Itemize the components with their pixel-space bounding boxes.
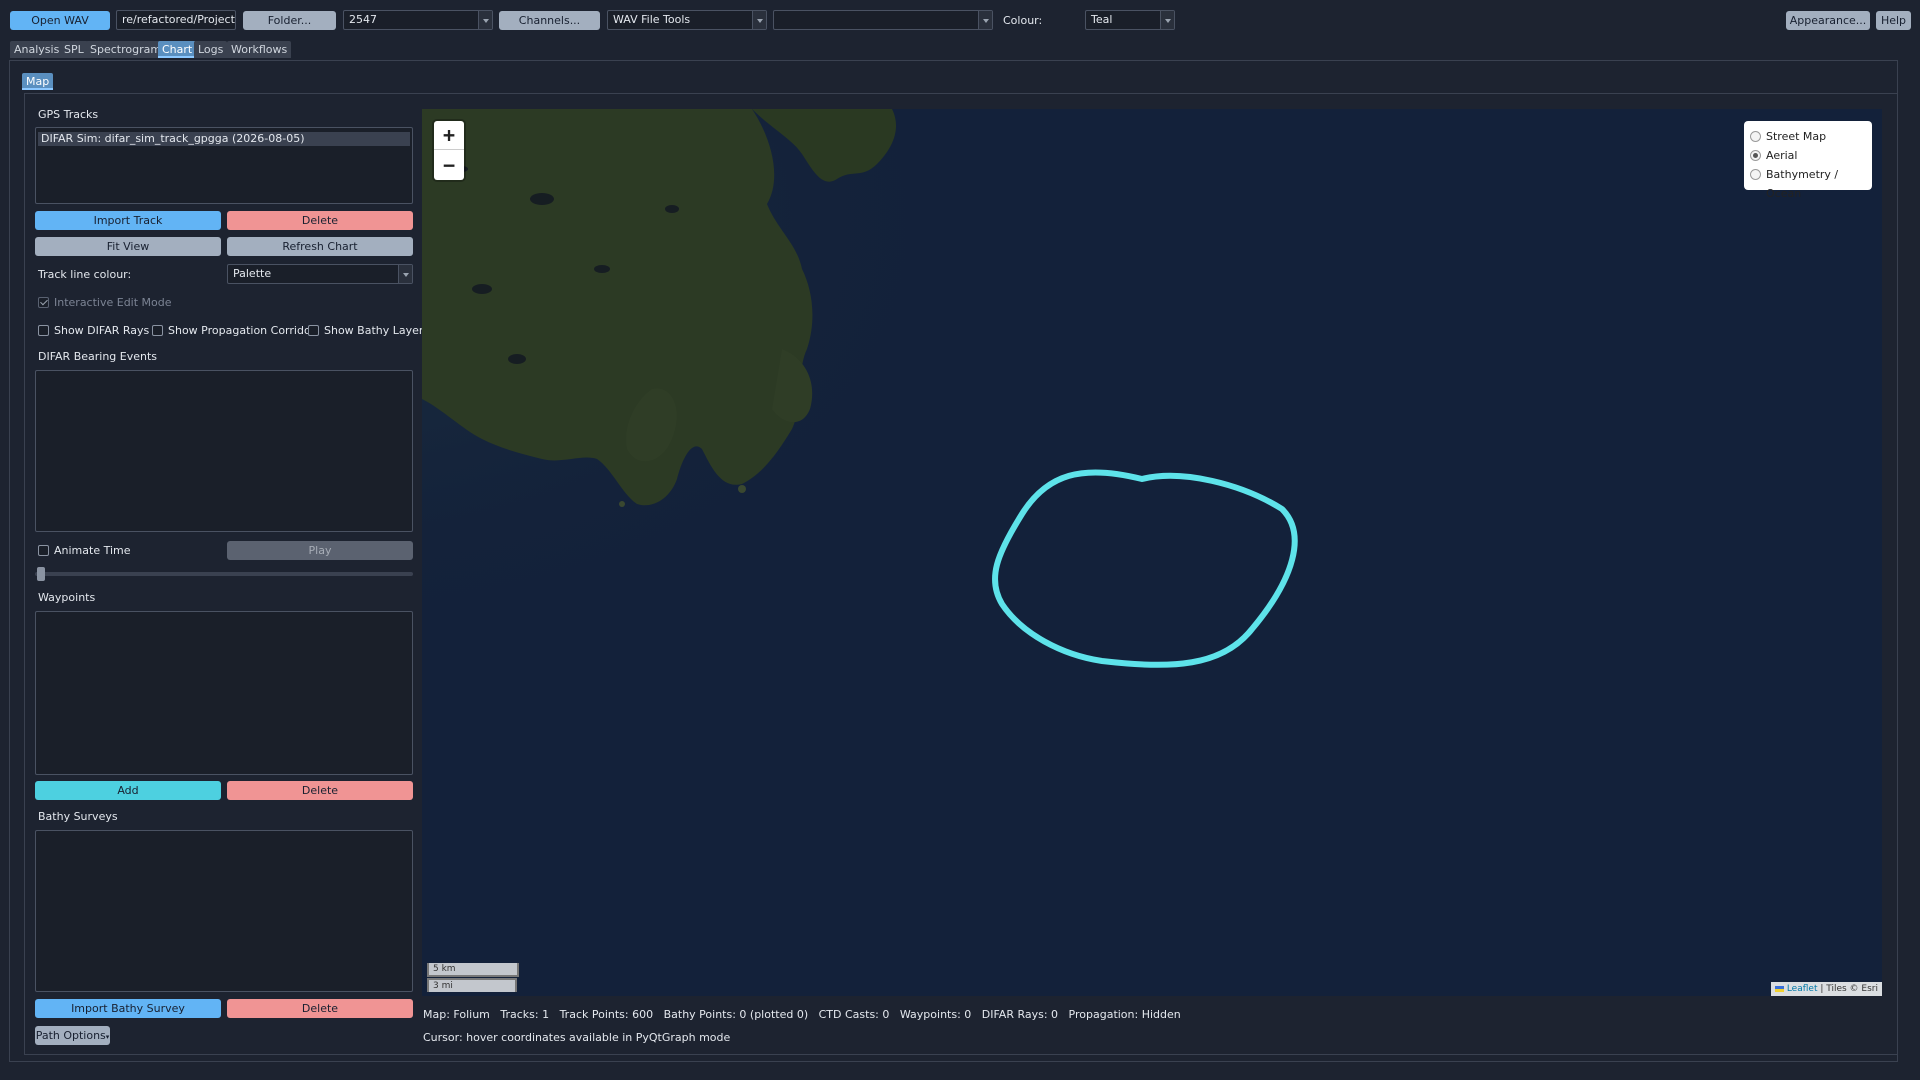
tab-chart[interactable]: Chart <box>158 41 197 58</box>
attribution-text: | Tiles © Esri <box>1820 984 1878 994</box>
lake <box>594 265 610 273</box>
gps-tracks-list[interactable]: DIFAR Sim: difar_sim_track_gpgga (2026-0… <box>35 127 413 204</box>
delete-bathy-survey-button[interactable]: Delete <box>227 999 413 1018</box>
project-path-field[interactable]: re/refactored/Projects <box>116 10 236 30</box>
help-button[interactable]: Help <box>1876 11 1911 30</box>
zoom-control: + − <box>434 121 464 180</box>
difar-events-list[interactable] <box>35 370 413 532</box>
show-propagation-corridor-checkbox[interactable] <box>152 325 163 336</box>
leaflet-link[interactable]: Leaflet <box>1787 984 1818 994</box>
show-difar-rays-checkbox[interactable] <box>38 325 49 336</box>
refresh-chart-button[interactable]: Refresh Chart <box>227 237 413 256</box>
number-select-value: 2547 <box>349 13 377 26</box>
animate-time-checkbox[interactable] <box>38 545 49 556</box>
import-track-button[interactable]: Import Track <box>35 211 221 230</box>
channels-button[interactable]: Channels... <box>499 11 600 30</box>
track-line-colour-select[interactable]: Palette <box>227 264 413 284</box>
lake <box>508 354 526 364</box>
zoom-out-button[interactable]: − <box>434 151 464 180</box>
folder-button[interactable]: Folder... <box>243 11 336 30</box>
add-waypoint-button[interactable]: Add <box>35 781 221 800</box>
radio-icon <box>1750 169 1761 180</box>
tools-select-value: WAV File Tools <box>613 13 691 26</box>
gps-tracks-label: GPS Tracks <box>38 108 99 121</box>
show-bathy-layer-checkbox[interactable] <box>308 325 319 336</box>
difar-events-label: DIFAR Bearing Events <box>38 350 158 363</box>
play-button[interactable]: Play <box>227 541 413 560</box>
subtab-map[interactable]: Map <box>22 73 54 90</box>
chevron-down-icon <box>752 11 766 29</box>
lake <box>472 284 492 294</box>
tools-select[interactable]: WAV File Tools <box>607 10 767 30</box>
animate-time-label: Animate Time <box>54 544 131 557</box>
chevron-down-icon: ▾ <box>105 1033 110 1041</box>
time-slider-handle[interactable] <box>37 567 45 581</box>
show-propagation-corridor-label: Show Propagation Corridor <box>168 324 316 337</box>
appearance-button[interactable]: Appearance... <box>1786 11 1870 30</box>
blank-select[interactable] <box>773 10 993 30</box>
fit-view-button[interactable]: Fit View <box>35 237 221 256</box>
track-list-item[interactable]: DIFAR Sim: difar_sim_track_gpgga (2026-0… <box>38 132 410 146</box>
interactive-edit-mode-checkbox[interactable] <box>38 297 49 308</box>
chevron-down-icon <box>1160 11 1174 29</box>
ukraine-flag-icon <box>1774 985 1784 992</box>
map-view[interactable]: + − Street Map Aerial Bathymetry / Ocean… <box>422 109 1882 996</box>
layer-label: Aerial <box>1766 149 1798 162</box>
delete-track-button[interactable]: Delete <box>227 211 413 230</box>
layer-label: Street Map <box>1766 130 1827 143</box>
map-status-summary: Map: Folium Tracks: 1 Track Points: 600 … <box>423 1008 1181 1021</box>
tab-spectrogram[interactable]: Spectrogram <box>86 41 166 58</box>
track-line-colour-label: Track line colour: <box>38 268 132 281</box>
path-options-button[interactable]: Path Options▾ <box>35 1026 110 1045</box>
path-options-label: Path Options <box>35 1029 106 1042</box>
number-select[interactable]: 2547 <box>343 10 493 30</box>
map-tiles <box>422 109 1882 996</box>
zoom-in-button[interactable]: + <box>434 121 464 150</box>
lake <box>530 193 554 205</box>
show-difar-rays-label: Show DIFAR Rays <box>54 324 150 337</box>
chevron-down-icon <box>398 265 412 283</box>
colour-label: Colour: <box>1003 14 1043 27</box>
lake <box>665 205 679 213</box>
tab-workflows[interactable]: Workflows <box>227 41 292 58</box>
waypoints-list[interactable] <box>35 611 413 775</box>
island <box>738 485 746 493</box>
radio-icon <box>1750 131 1761 142</box>
import-bathy-survey-button[interactable]: Import Bathy Survey <box>35 999 221 1018</box>
show-bathy-layer-label: Show Bathy Layer <box>324 324 424 337</box>
waypoints-label: Waypoints <box>38 591 96 604</box>
time-slider-track[interactable] <box>35 572 413 576</box>
chevron-down-icon <box>978 11 992 29</box>
radio-selected-icon <box>1750 150 1761 161</box>
bathy-surveys-list[interactable] <box>35 830 413 992</box>
tab-logs[interactable]: Logs <box>194 41 228 58</box>
bathy-surveys-label: Bathy Surveys <box>38 810 118 823</box>
layer-option-street-map[interactable]: Street Map <box>1750 127 1866 146</box>
scale-bar-mi: 3 mi <box>427 978 517 992</box>
chevron-down-icon <box>478 11 492 29</box>
layer-option-bathymetry[interactable]: Bathymetry / Ocean <box>1750 165 1866 200</box>
delete-waypoint-button[interactable]: Delete <box>227 781 413 800</box>
interactive-edit-mode-label: Interactive Edit Mode <box>54 296 172 309</box>
scale-bar-km: 5 km <box>427 963 519 977</box>
cursor-status: Cursor: hover coordinates available in P… <box>423 1031 731 1044</box>
colour-select-value: Teal <box>1091 13 1113 26</box>
open-wav-button[interactable]: Open WAV <box>10 11 110 30</box>
colour-select[interactable]: Teal <box>1085 10 1175 30</box>
island <box>619 501 625 507</box>
tab-spl[interactable]: SPL <box>60 41 88 58</box>
tab-analysis[interactable]: Analysis <box>10 41 64 58</box>
layer-option-aerial[interactable]: Aerial <box>1750 146 1866 165</box>
track-line-colour-value: Palette <box>233 267 272 280</box>
map-attribution: Leaflet | Tiles © Esri <box>1770 982 1882 996</box>
layer-control: Street Map Aerial Bathymetry / Ocean <box>1744 121 1872 200</box>
